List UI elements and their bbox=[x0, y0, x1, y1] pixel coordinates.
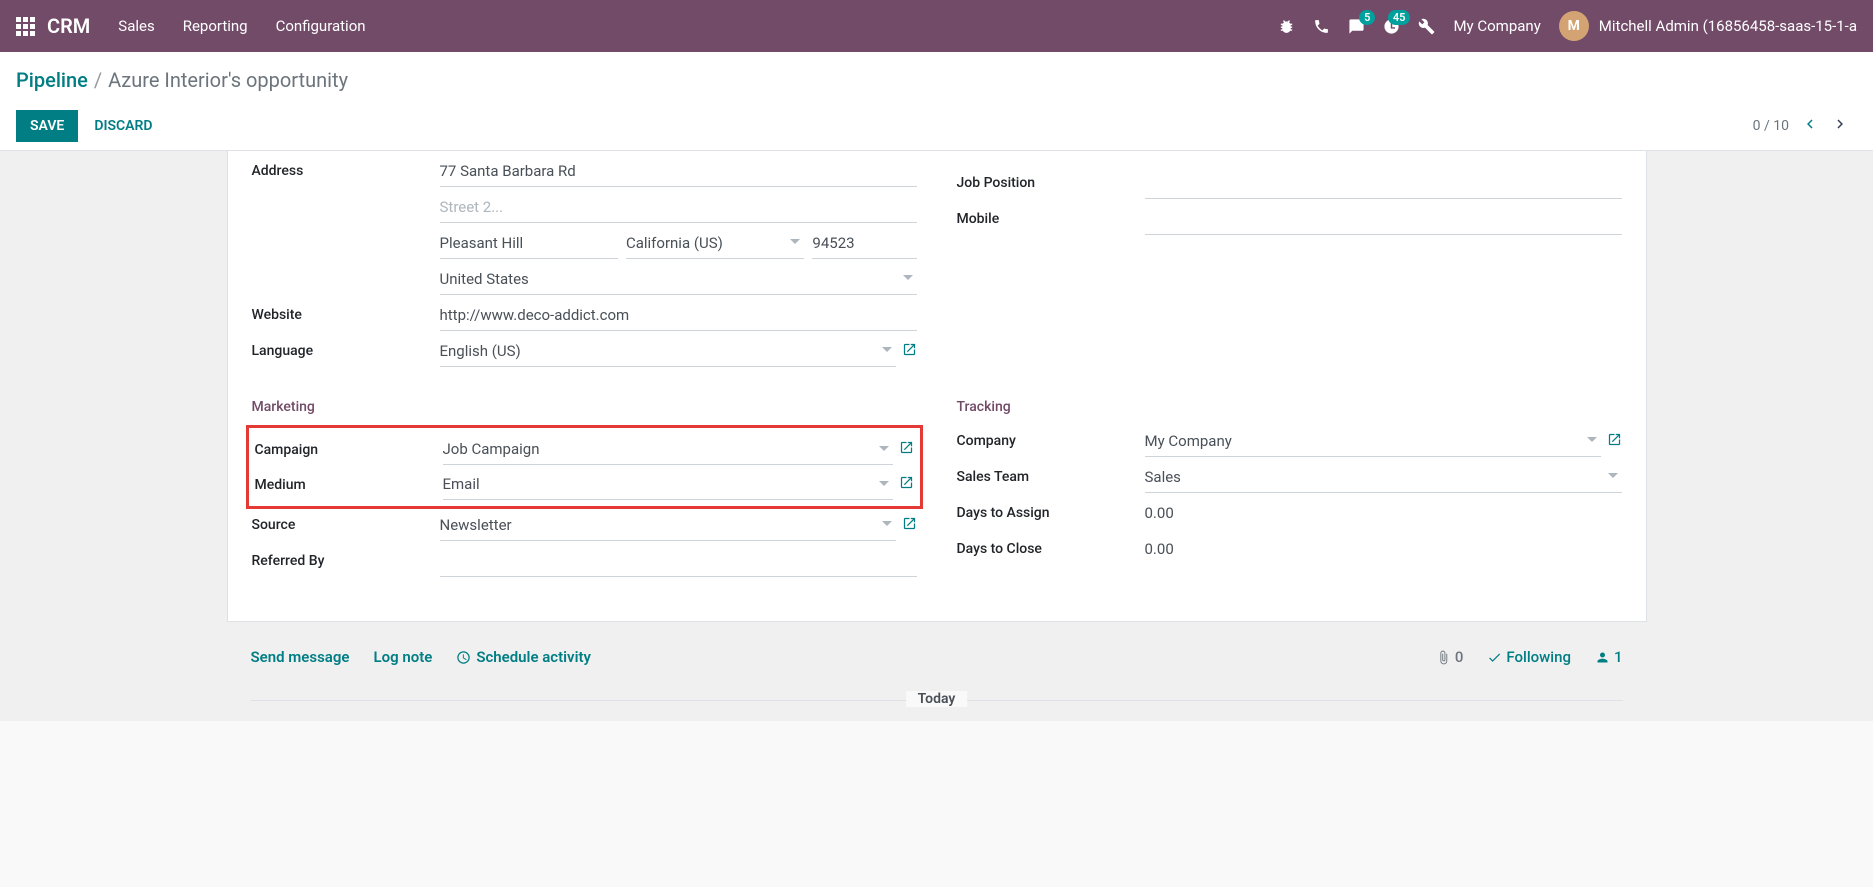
schedule-label: Schedule activity bbox=[476, 648, 591, 666]
external-link-icon[interactable] bbox=[899, 440, 914, 459]
label-mobile: Mobile bbox=[957, 211, 1145, 227]
clock-icon bbox=[456, 650, 471, 665]
label-days-close: Days to Close bbox=[957, 541, 1145, 557]
control-panel: Pipeline / Azure Interior's opportunity … bbox=[0, 52, 1873, 151]
left-column: Address bbox=[252, 155, 917, 371]
form-sheet: Address bbox=[227, 151, 1647, 622]
save-button[interactable]: SAVE bbox=[16, 110, 78, 142]
messages-icon[interactable]: 5 bbox=[1348, 18, 1365, 35]
following-label: Following bbox=[1506, 648, 1571, 666]
chatter-today-label: Today bbox=[906, 691, 968, 707]
attachment-icon bbox=[1436, 650, 1451, 665]
followers-button[interactable]: 1 bbox=[1595, 648, 1623, 666]
label-address: Address bbox=[252, 163, 440, 179]
bug-icon[interactable] bbox=[1278, 18, 1295, 35]
user-name: Mitchell Admin (16856458-saas-15-1-a bbox=[1599, 17, 1857, 35]
nav-sales[interactable]: Sales bbox=[118, 17, 154, 35]
attach-count: 0 bbox=[1455, 648, 1464, 666]
label-language: Language bbox=[252, 343, 440, 359]
company-switcher[interactable]: My Company bbox=[1453, 17, 1540, 35]
nav-menu: Sales Reporting Configuration bbox=[118, 17, 365, 35]
label-days-assign: Days to Assign bbox=[957, 505, 1145, 521]
section-marketing: Marketing bbox=[252, 399, 917, 415]
language-input[interactable] bbox=[440, 336, 896, 367]
label-website: Website bbox=[252, 307, 440, 323]
send-message-button[interactable]: Send message bbox=[251, 648, 350, 666]
external-link-icon[interactable] bbox=[899, 475, 914, 494]
company-input[interactable] bbox=[1145, 426, 1601, 457]
apps-icon[interactable] bbox=[16, 17, 35, 36]
pager[interactable]: 0 / 10 bbox=[1753, 118, 1789, 134]
activity-icon[interactable]: 45 bbox=[1383, 18, 1400, 35]
campaign-input[interactable] bbox=[443, 434, 893, 465]
chatter: Send message Log note Schedule activity … bbox=[227, 622, 1647, 721]
label-referred: Referred By bbox=[252, 553, 440, 569]
label-company: Company bbox=[957, 433, 1145, 449]
discard-button[interactable]: DISCARD bbox=[94, 118, 152, 134]
sales-team-input[interactable] bbox=[1145, 462, 1622, 493]
zip-input[interactable] bbox=[812, 228, 916, 259]
nav-reporting[interactable]: Reporting bbox=[183, 17, 248, 35]
breadcrumb-current: Azure Interior's opportunity bbox=[108, 68, 348, 92]
log-note-button[interactable]: Log note bbox=[373, 648, 432, 666]
city-input[interactable] bbox=[440, 228, 618, 259]
referred-input[interactable] bbox=[440, 546, 917, 577]
breadcrumb-root[interactable]: Pipeline bbox=[16, 68, 88, 92]
mobile-input[interactable] bbox=[1145, 204, 1622, 235]
source-input[interactable] bbox=[440, 510, 896, 541]
state-input[interactable] bbox=[626, 228, 804, 259]
right-column: Job Position Mobile bbox=[957, 155, 1622, 371]
days-assign-value: 0.00 bbox=[1145, 500, 1174, 526]
nav-configuration[interactable]: Configuration bbox=[276, 17, 366, 35]
breadcrumb: Pipeline / Azure Interior's opportunity bbox=[16, 68, 1857, 92]
main-header: CRM Sales Reporting Configuration 5 45 M… bbox=[0, 0, 1873, 52]
label-source: Source bbox=[252, 517, 440, 533]
app-brand[interactable]: CRM bbox=[47, 14, 90, 38]
schedule-activity-button[interactable]: Schedule activity bbox=[456, 648, 591, 666]
medium-input[interactable] bbox=[443, 469, 893, 500]
label-campaign: Campaign bbox=[255, 442, 443, 458]
job-position-input[interactable] bbox=[1145, 168, 1622, 199]
avatar: M bbox=[1559, 11, 1589, 41]
label-job-position: Job Position bbox=[957, 175, 1145, 191]
header-icons: 5 45 My Company M Mitchell Admin (168564… bbox=[1278, 11, 1857, 41]
messages-badge: 5 bbox=[1359, 10, 1375, 25]
street2-input[interactable] bbox=[440, 192, 917, 223]
website-input[interactable] bbox=[440, 300, 917, 331]
country-input[interactable] bbox=[440, 264, 917, 295]
external-link-icon[interactable] bbox=[1607, 432, 1622, 451]
following-button[interactable]: Following bbox=[1487, 648, 1571, 666]
attachments-button[interactable]: 0 bbox=[1436, 648, 1464, 666]
external-link-icon[interactable] bbox=[902, 342, 917, 361]
phone-icon[interactable] bbox=[1313, 18, 1330, 35]
prev-record-button[interactable] bbox=[1801, 115, 1819, 137]
label-medium: Medium bbox=[255, 477, 443, 493]
breadcrumb-sep: / bbox=[94, 68, 102, 92]
section-tracking: Tracking bbox=[957, 399, 1622, 415]
label-sales-team: Sales Team bbox=[957, 469, 1145, 485]
highlight-annotation: Campaign Medium bbox=[246, 425, 923, 509]
external-link-icon[interactable] bbox=[902, 516, 917, 535]
chatter-divider: Today bbox=[251, 700, 1623, 701]
user-menu[interactable]: M Mitchell Admin (16856458-saas-15-1-a bbox=[1559, 11, 1857, 41]
activity-badge: 45 bbox=[1388, 10, 1411, 25]
next-record-button[interactable] bbox=[1831, 115, 1849, 137]
person-icon bbox=[1595, 650, 1610, 665]
tools-icon[interactable] bbox=[1418, 18, 1435, 35]
followers-count: 1 bbox=[1614, 648, 1623, 666]
check-icon bbox=[1487, 650, 1502, 665]
street-input[interactable] bbox=[440, 156, 917, 187]
days-close-value: 0.00 bbox=[1145, 536, 1174, 562]
